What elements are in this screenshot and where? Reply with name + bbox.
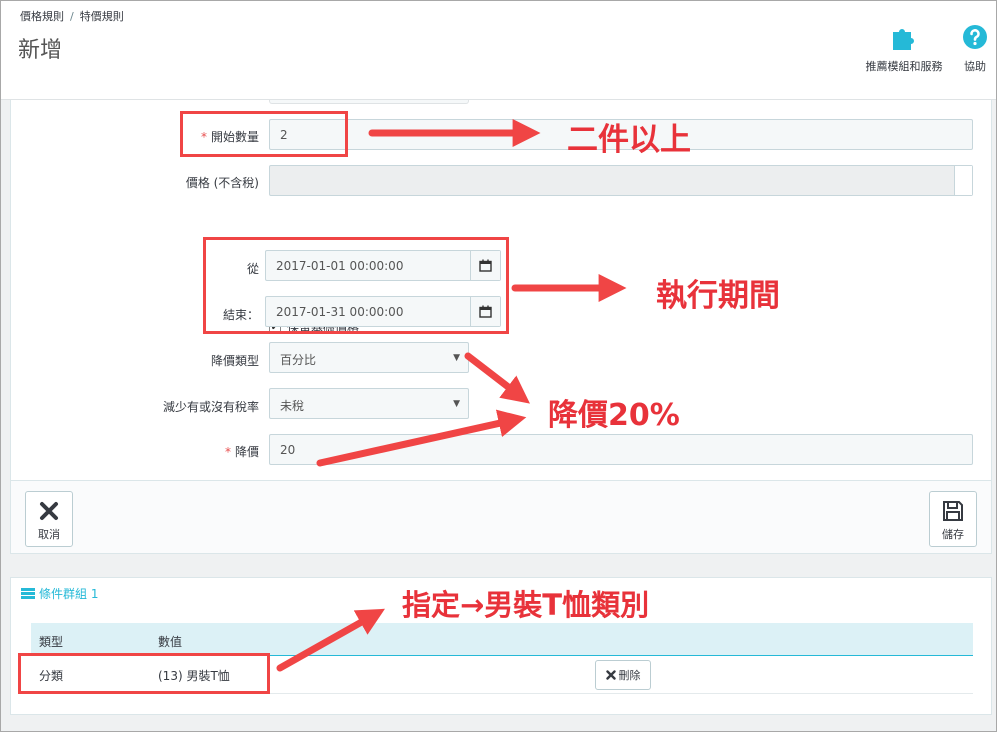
- header-type: 類型: [39, 635, 64, 649]
- highlight-date-range: [203, 237, 509, 334]
- conditions-table-header: 類型 數值: [31, 623, 973, 656]
- close-icon: [40, 502, 58, 520]
- reduction-tax-label: 減少有或沒有稅率: [162, 400, 259, 414]
- reduction-input[interactable]: 20: [269, 434, 973, 465]
- required-mark: *: [224, 445, 231, 459]
- annotation-qty: 二件以上: [567, 122, 691, 158]
- page-header: 價格規則 / 特價規則 新增 推薦模組和服務 協助: [0, 0, 997, 100]
- chevron-down-icon: ▼: [453, 353, 460, 363]
- reduction-tax-select[interactable]: 未稅 ▼: [269, 388, 469, 419]
- highlight-start-qty: [180, 111, 348, 157]
- close-icon: [605, 670, 616, 680]
- form-footer: 取消 儲存: [11, 480, 991, 553]
- help-button[interactable]: 協助: [958, 24, 992, 74]
- list-icon: [21, 588, 35, 599]
- recommended-modules-label: 推薦模組和服務: [865, 60, 943, 73]
- breadcrumb-separator: /: [70, 10, 74, 23]
- highlight-condition-row: [18, 653, 270, 694]
- breadcrumb: 價格規則 / 特價規則: [20, 8, 124, 24]
- delete-button[interactable]: 刪除: [595, 660, 651, 690]
- help-icon: [963, 25, 987, 49]
- reduction-type-label: 降價類型: [210, 354, 259, 368]
- field-above-edge: [269, 100, 469, 104]
- reduction-type-select[interactable]: 百分比 ▼: [269, 342, 469, 373]
- save-button[interactable]: 儲存: [929, 491, 977, 547]
- price-input: [269, 165, 973, 196]
- chevron-down-icon: ▼: [453, 399, 460, 409]
- breadcrumb-current[interactable]: 特價規則: [80, 10, 124, 23]
- condition-group-title: 條件群組 1: [21, 585, 98, 602]
- puzzle-icon: [893, 29, 914, 50]
- price-label: 價格 (不含稅): [185, 176, 259, 190]
- header-value: 數值: [158, 635, 183, 649]
- save-icon: [943, 501, 963, 521]
- breadcrumb-parent[interactable]: 價格規則: [20, 10, 64, 23]
- annotation-discount: 降價20%: [548, 398, 680, 433]
- annotation-category: 指定→男裝T恤類別: [402, 588, 650, 622]
- page-title: 新增: [18, 38, 63, 63]
- recommended-modules-button[interactable]: 推薦模組和服務: [862, 24, 946, 74]
- annotation-period: 執行期間: [656, 278, 780, 314]
- cancel-button[interactable]: 取消: [25, 491, 73, 547]
- reduction-label: *20降價: [224, 445, 259, 459]
- help-label: 協助: [964, 60, 986, 73]
- price-addon: [954, 166, 972, 195]
